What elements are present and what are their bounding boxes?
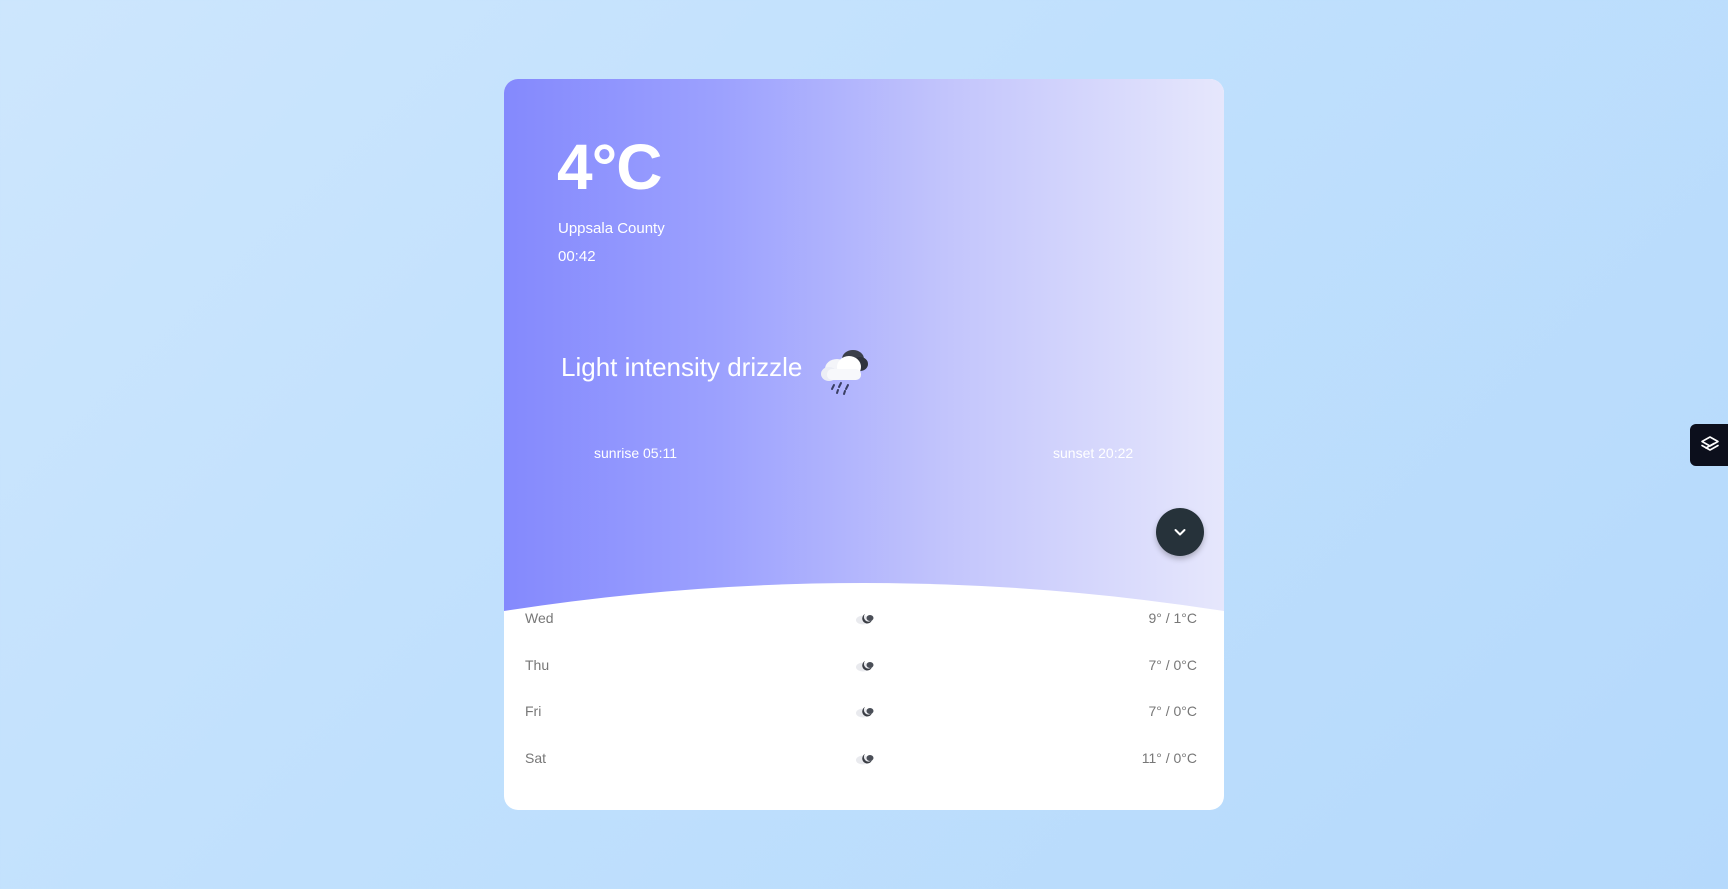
side-tab-button[interactable] [1690,424,1728,466]
expand-forecast-button[interactable] [1156,508,1204,556]
sunset-time: sunset 20:22 [1053,445,1134,461]
condition-label: Light intensity drizzle [561,352,803,382]
forecast-day: Wed [525,610,554,626]
partly-cloudy-night-icon [856,661,874,672]
forecast-row: Sat 11° / 0°C [504,744,1224,774]
forecast-range: 11° / 0°C [1141,750,1197,766]
current-weather-panel: 4°C Uppsala County 00:42 Light intensity… [504,79,1224,639]
forecast-range: 7° / 0°C [1148,657,1197,673]
partly-cloudy-night-icon [856,754,874,765]
chevron-down-icon [1174,529,1186,536]
forecast-day: Fri [525,703,542,719]
forecast-row: Fri 7° / 0°C [504,697,1224,727]
layers-icon [1701,436,1719,451]
drizzle-cloud-icon [821,350,868,395]
current-temperature: 4°C [557,131,662,203]
forecast-range: 9° / 1°C [1148,610,1197,626]
forecast-day: Thu [525,657,550,673]
forecast-range: 7° / 0°C [1148,703,1197,719]
forecast-row: Thu 7° / 0°C [504,651,1224,681]
weather-card: 4°C Uppsala County 00:42 Light intensity… [504,79,1224,810]
partly-cloudy-night-icon [856,614,874,625]
forecast-day: Sat [525,750,547,766]
location-label: Uppsala County [558,220,665,237]
local-time: 00:42 [558,248,596,265]
forecast-row: Wed 9° / 1°C [504,604,1224,634]
partly-cloudy-night-icon [856,707,874,718]
sunrise-time: sunrise 05:11 [594,445,678,461]
